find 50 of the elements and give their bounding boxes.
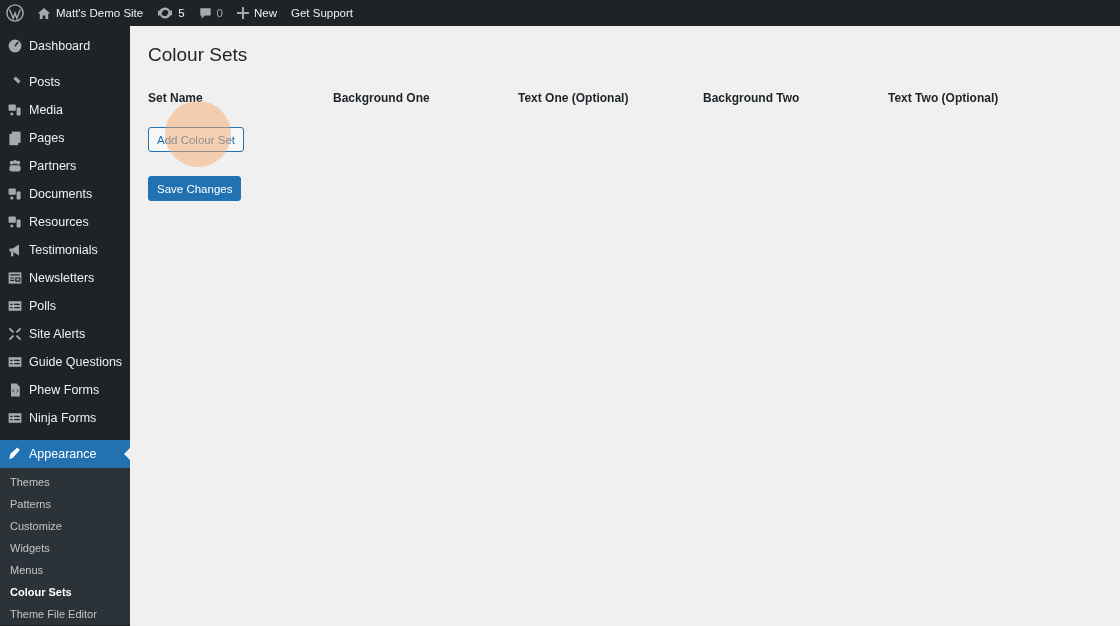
column-header: Background Two: [703, 91, 801, 105]
menu-item[interactable]: Site Alerts: [0, 320, 130, 348]
list-icon: [7, 410, 23, 426]
submenu-item[interactable]: Colour Sets: [0, 581, 130, 603]
submenu-item[interactable]: Themes: [0, 471, 130, 493]
home-icon: [37, 6, 51, 20]
submenu-item[interactable]: Customize: [0, 515, 130, 537]
list-icon: [7, 298, 23, 314]
cross-arrows-icon: [7, 326, 23, 342]
new-link[interactable]: New: [254, 7, 278, 19]
column-header: Text One (Optional): [518, 91, 630, 105]
list-icon: [7, 354, 23, 370]
media-icon: [7, 214, 23, 230]
submenu-item[interactable]: Patterns: [0, 493, 130, 515]
submenu-item[interactable]: Theme File Editor: [0, 603, 130, 625]
menu-item[interactable]: Polls: [0, 292, 130, 320]
save-changes-button[interactable]: Save Changes: [148, 176, 242, 201]
column-header: Background One: [333, 91, 431, 105]
page-title: Colour Sets: [148, 44, 249, 66]
plus-icon: [237, 7, 249, 19]
menu-item[interactable]: Media: [0, 96, 130, 124]
refresh-icon: [157, 6, 174, 20]
menu-item[interactable]: Guide Questions: [0, 348, 130, 376]
menu-item[interactable]: Documents: [0, 180, 130, 208]
media-icon: [7, 102, 23, 118]
menu-item[interactable]: Pages: [0, 124, 130, 152]
comments-count[interactable]: 0: [216, 7, 223, 19]
comment-icon: [198, 6, 212, 20]
submenu-item[interactable]: Widgets: [0, 537, 130, 559]
people-icon: [7, 158, 23, 174]
menu-item[interactable]: Dashboard: [0, 32, 130, 60]
column-header: Set Name: [148, 91, 204, 105]
newsletter-icon: [7, 270, 23, 286]
menu-item[interactable]: Ninja Forms: [0, 404, 130, 432]
column-header: Text Two (Optional): [888, 91, 1000, 105]
submenu-item[interactable]: Menus: [0, 559, 130, 581]
menu-item[interactable]: Partners: [0, 152, 130, 180]
media-icon: [7, 186, 23, 202]
wordpress-logo-icon[interactable]: [6, 4, 24, 22]
menu-item[interactable]: Resources: [0, 208, 130, 236]
menu-item[interactable]: Testimonials: [0, 236, 130, 264]
site-name-link[interactable]: Matt's Demo Site: [56, 7, 144, 19]
updates-count[interactable]: 5: [178, 7, 185, 19]
menu-item[interactable]: Posts: [0, 68, 130, 96]
menu-item[interactable]: Phew Forms: [0, 376, 130, 404]
dashboard-icon: [7, 38, 23, 54]
support-link[interactable]: Get Support: [291, 7, 354, 19]
pages-icon: [7, 130, 23, 146]
menu-item[interactable]: Newsletters: [0, 264, 130, 292]
menu-item[interactable]: Appearance: [0, 440, 130, 468]
